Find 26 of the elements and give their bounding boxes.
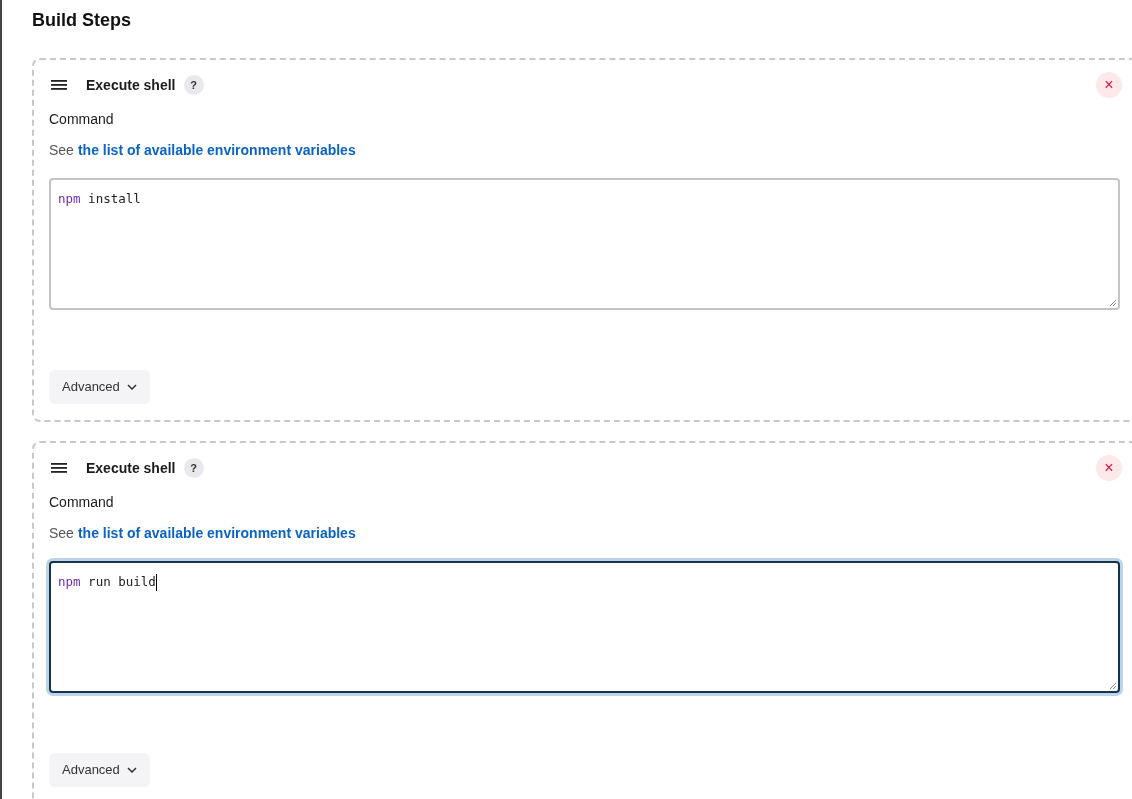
hint-text: See xyxy=(49,524,74,543)
field-label: Command xyxy=(49,110,115,129)
resize-grip-icon[interactable] xyxy=(1109,682,1117,690)
field-label: Command xyxy=(49,493,115,512)
text-cursor-icon xyxy=(155,574,157,591)
step-title: Execute shell xyxy=(86,458,176,478)
advanced-button[interactable]: Advanced xyxy=(49,753,150,787)
remove-button[interactable]: × xyxy=(1096,455,1122,481)
help-button[interactable]: ? xyxy=(183,458,204,478)
command-text: npm install xyxy=(58,191,141,206)
command-text: npm run build xyxy=(58,574,156,589)
help-button[interactable]: ? xyxy=(183,75,204,95)
chevron-down-icon xyxy=(126,384,137,390)
chevron-down-icon xyxy=(126,767,137,773)
drag-handle-icon[interactable] xyxy=(51,463,67,473)
hint-text: See xyxy=(49,141,74,160)
command-field[interactable]: npm run build xyxy=(49,561,1120,693)
resize-grip-icon[interactable] xyxy=(1109,299,1117,307)
advanced-button[interactable]: Advanced xyxy=(49,370,150,404)
step-title: Execute shell xyxy=(86,75,176,95)
remove-button[interactable]: × xyxy=(1096,72,1122,98)
environment-variables-link[interactable]: the list of available environment variables xyxy=(77,140,356,161)
environment-variables-link[interactable]: the list of available environment variables xyxy=(77,523,356,544)
command-field[interactable]: npm install xyxy=(49,178,1120,310)
section-title: Build Steps xyxy=(32,9,132,32)
drag-handle-icon[interactable] xyxy=(51,80,67,90)
